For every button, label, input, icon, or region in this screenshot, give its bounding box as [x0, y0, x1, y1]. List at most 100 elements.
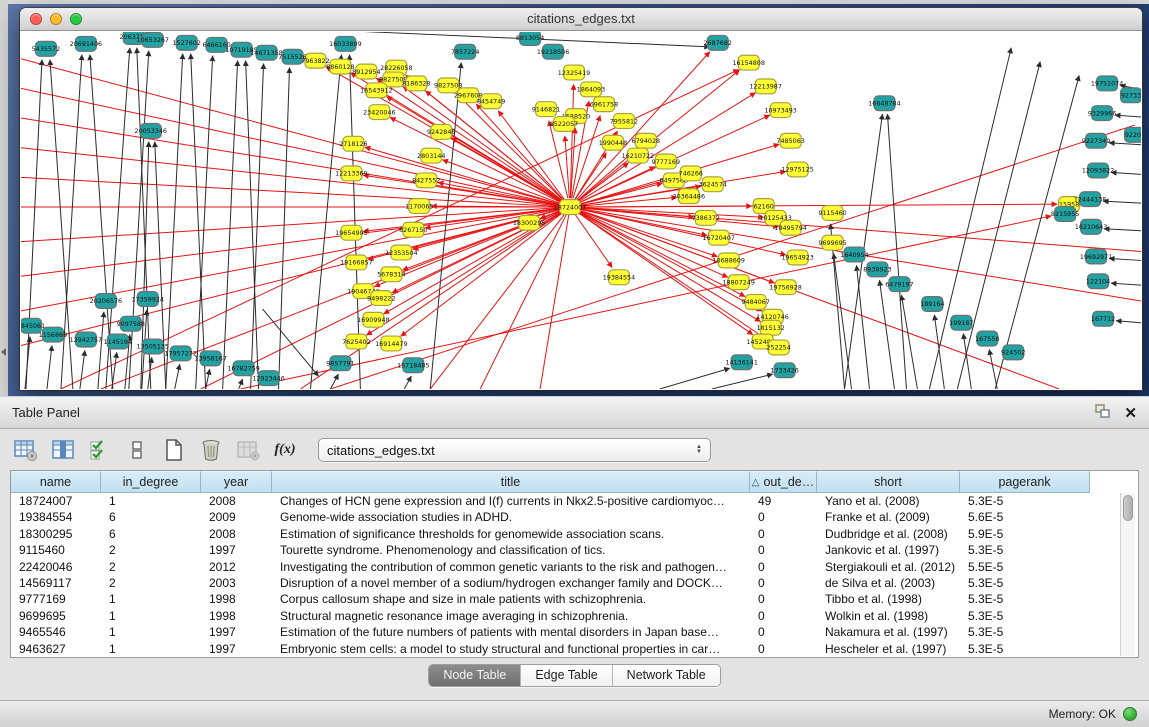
graph-node[interactable]: 9115460 — [818, 206, 846, 221]
table-cell[interactable]: Investigating the contribution of common… — [272, 559, 750, 575]
graph-node[interactable]: 12942757 — [70, 332, 102, 347]
graph-node[interactable]: 6961758 — [590, 97, 618, 112]
scrollbar-thumb[interactable] — [1123, 495, 1133, 521]
table-panel-header[interactable]: Table Panel ✕ — [0, 396, 1149, 429]
graph-node[interactable]: 9146821 — [532, 102, 560, 117]
graph-node[interactable]: 8454749 — [477, 94, 505, 109]
column-header-year[interactable]: year — [201, 471, 272, 493]
graph-node[interactable]: 1990448 — [599, 135, 627, 150]
table-cell[interactable]: 1997 — [201, 624, 272, 640]
table-settings-icon[interactable] — [14, 438, 38, 462]
table-cell[interactable]: 5.3E-5 — [960, 493, 1090, 509]
graph-node[interactable]: 1170065 — [405, 199, 433, 214]
network-window-titlebar[interactable]: citations_edges.txt — [20, 8, 1142, 31]
graph-node[interactable]: 19166857 — [340, 255, 372, 270]
graph-node[interactable]: 9242848 — [427, 124, 455, 139]
table-cell[interactable]: 0 — [750, 575, 817, 591]
graph-edge-citation[interactable] — [452, 138, 563, 203]
new-table-icon[interactable] — [162, 438, 186, 462]
graph-edge[interactable] — [989, 349, 997, 389]
table-cell[interactable]: 9699695 — [11, 608, 101, 624]
graph-node[interactable]: 924502 — [1001, 345, 1025, 360]
graph-edge[interactable] — [223, 61, 238, 389]
table-cell[interactable]: de Silva et al. (2003) — [817, 575, 960, 591]
graph-node[interactable]: 19692971 — [1080, 249, 1112, 264]
graph-node[interactable]: 9777169 — [652, 154, 680, 169]
graph-node[interactable]: 1527602 — [173, 35, 201, 50]
graph-node[interactable]: 19751074 — [1091, 76, 1123, 91]
graph-edge[interactable] — [1109, 143, 1141, 145]
graph-node[interactable]: 8522057 — [550, 117, 578, 132]
close-panel-icon[interactable]: ✕ — [1124, 404, 1137, 422]
graph-node[interactable]: 20364486 — [673, 189, 705, 204]
table-row[interactable]: 946554611997Estimation of the future num… — [11, 624, 1138, 640]
graph-node[interactable]: 92204 — [1125, 127, 1141, 142]
graph-edge[interactable] — [26, 60, 42, 389]
graph-node[interactable]: 7955812 — [610, 114, 638, 129]
table-cell[interactable]: Yano et al. (2008) — [817, 493, 960, 509]
table-cell[interactable]: 2012 — [201, 559, 272, 575]
table-cell[interactable]: Tourette syndrome. Phenomenology and cla… — [272, 542, 750, 558]
graph-edge-citation[interactable] — [579, 204, 1057, 207]
graph-node[interactable]: 2803144 — [417, 148, 445, 163]
column-header-pagerank[interactable]: pagerank — [960, 471, 1090, 493]
graph-node[interactable]: 12213987 — [749, 79, 781, 94]
select-columns-icon[interactable] — [88, 438, 112, 462]
table-cell[interactable]: 0 — [750, 624, 817, 640]
graph-edge[interactable] — [540, 207, 570, 389]
graph-edge[interactable] — [80, 350, 85, 389]
graph-edge-citation[interactable] — [476, 104, 564, 200]
table-cell[interactable]: 2008 — [201, 493, 272, 509]
delete-table-icon[interactable] — [199, 438, 223, 462]
graph-node[interactable]: 16210643 — [1075, 219, 1107, 234]
graph-node[interactable]: 8186328 — [402, 76, 430, 91]
graph-node[interactable]: 3624574 — [699, 177, 727, 192]
table-row[interactable]: 2242004622012Investigating the contribut… — [11, 559, 1138, 575]
graph-edge[interactable] — [430, 63, 461, 389]
graph-node[interactable]: 14136141 — [725, 355, 757, 370]
graph-node[interactable]: 20206576 — [90, 294, 122, 309]
table-cell[interactable]: Changes of HCN gene expression and I(f) … — [272, 493, 750, 509]
graph-edge[interactable] — [279, 68, 290, 389]
graph-edge[interactable] — [175, 364, 180, 389]
table-cell[interactable]: 9463627 — [11, 641, 101, 657]
graph-edge[interactable] — [901, 295, 917, 389]
table-row[interactable]: 977716911998Corpus callosum shape and si… — [11, 591, 1138, 607]
zoom-window-icon[interactable] — [70, 13, 82, 25]
table-cell[interactable]: 1998 — [201, 591, 272, 607]
graph-node[interactable]: 2718126 — [339, 136, 367, 151]
graph-edge[interactable] — [47, 345, 52, 389]
tab-edge-table[interactable]: Edge Table — [521, 665, 612, 686]
table-cell[interactable]: 18300295 — [11, 526, 101, 542]
graph-node[interactable]: 746266 — [679, 166, 703, 181]
table-cell[interactable]: Nakamura et al. (1997) — [817, 624, 960, 640]
table-cell[interactable]: Genome-wide association studies in ADHD. — [272, 509, 750, 525]
table-cell[interactable]: 1 — [101, 608, 201, 624]
graph-node[interactable]: 9329966 — [1088, 106, 1116, 121]
table-cell[interactable]: Tibbo et al. (1998) — [817, 591, 960, 607]
graph-node[interactable]: 167558 — [975, 331, 999, 346]
graph-edge[interactable] — [1111, 172, 1141, 174]
graph-node[interactable]: 9227349 — [1082, 133, 1110, 148]
graph-edge[interactable] — [21, 118, 570, 207]
table-cell[interactable]: 1998 — [201, 608, 272, 624]
graph-node[interactable]: 6794028 — [632, 133, 660, 148]
table-cell[interactable]: 2 — [101, 575, 201, 591]
table-cell[interactable]: 0 — [750, 559, 817, 575]
table-row[interactable]: 1456911722003Disruption of a novel membe… — [11, 575, 1138, 591]
table-cell[interactable]: Franke et al. (2009) — [817, 509, 960, 525]
table-cell[interactable]: 18724007 — [11, 493, 101, 509]
column-header-short[interactable]: short — [817, 471, 960, 493]
graph-node[interactable]: 19218506 — [537, 44, 569, 59]
float-window-icon[interactable] — [1095, 404, 1110, 421]
table-cell[interactable]: 14569117 — [11, 575, 101, 591]
table-cell[interactable]: 1 — [101, 641, 201, 657]
graph-node[interactable]: 20053346 — [135, 123, 167, 138]
graph-edge[interactable] — [1111, 283, 1141, 285]
graph-edge[interactable] — [1103, 201, 1141, 203]
graph-node[interactable]: 5678314 — [377, 267, 405, 282]
graph-node[interactable]: 16648784 — [868, 96, 900, 111]
graph-node[interactable]: 189164 — [920, 297, 944, 312]
graph-edge[interactable] — [660, 368, 730, 389]
graph-node[interactable]: 8912954 — [352, 64, 380, 79]
